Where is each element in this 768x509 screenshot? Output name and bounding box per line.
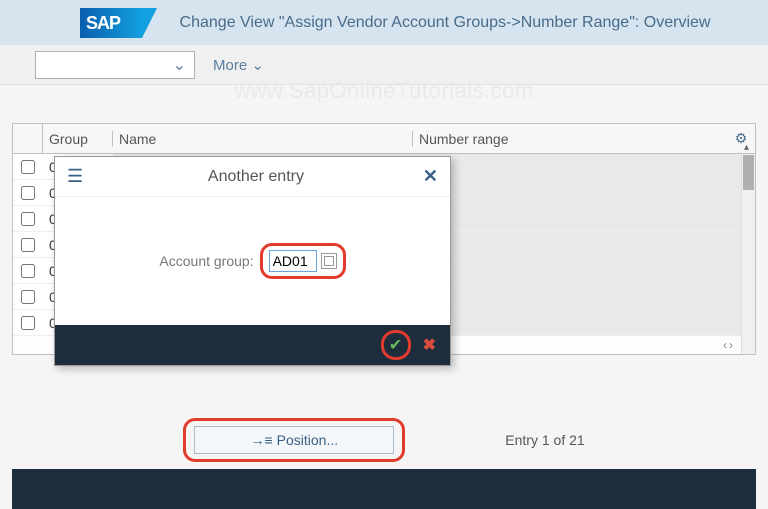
entry-counter: Entry 1 of 21 — [505, 432, 584, 448]
col-name[interactable]: Name — [113, 131, 413, 147]
scroll-right-icon[interactable]: › — [729, 338, 733, 352]
logo-text: SAP — [80, 13, 120, 33]
row-checkbox[interactable] — [21, 160, 35, 174]
row-checkbox[interactable] — [21, 186, 35, 200]
cancel-icon[interactable]: ✖ — [423, 335, 436, 355]
highlight-ring: →≡ Position... — [183, 418, 405, 462]
another-entry-dialog: ☰ Another entry ✕ Account group: ✔ ✖ — [54, 156, 451, 366]
dialog-body: Account group: — [55, 197, 450, 325]
dialog-footer: ✔ ✖ — [55, 325, 450, 365]
page-title: Change View "Assign Vendor Account Group… — [142, 14, 758, 32]
row-checkbox[interactable] — [21, 316, 35, 330]
scroll-left-icon[interactable]: ‹ — [723, 338, 727, 352]
position-icon: →≡ — [250, 432, 272, 448]
sap-logo: SAP — [80, 8, 142, 38]
row-checkbox[interactable] — [21, 290, 35, 304]
position-label: Position... — [277, 432, 338, 448]
dialog-header: ☰ Another entry ✕ — [55, 157, 450, 197]
col-select — [13, 124, 43, 153]
highlight-ring: ✔ — [381, 330, 411, 360]
position-button[interactable]: →≡ Position... — [194, 426, 394, 454]
app-header: SAP Change View "Assign Vendor Account G… — [0, 0, 768, 45]
view-select[interactable]: ⌄ — [35, 51, 195, 79]
close-icon[interactable]: ✕ — [423, 166, 438, 187]
menu-icon[interactable]: ☰ — [67, 166, 89, 187]
more-button[interactable]: More ⌄ — [213, 56, 264, 74]
account-group-input[interactable] — [269, 250, 317, 272]
row-checkbox[interactable] — [21, 264, 35, 278]
value-help-icon[interactable] — [321, 253, 337, 269]
account-group-label: Account group: — [159, 253, 253, 269]
row-checkbox[interactable] — [21, 238, 35, 252]
status-bar — [12, 469, 756, 509]
dialog-title: Another entry — [89, 168, 423, 186]
gear-icon[interactable]: ⚙ — [727, 130, 755, 147]
chevron-down-icon: ⌄ — [173, 55, 186, 75]
chevron-down-icon: ⌄ — [251, 57, 264, 74]
more-label: More — [213, 57, 247, 74]
footer-area: →≡ Position... Entry 1 of 21 — [0, 418, 768, 462]
highlight-ring — [260, 243, 346, 279]
table-header: Group Name Number range ⚙ — [13, 124, 755, 154]
vertical-scrollbar[interactable]: ▴ — [741, 154, 755, 354]
accept-icon[interactable]: ✔ — [389, 335, 402, 355]
col-group[interactable]: Group — [43, 131, 113, 147]
toolbar: ⌄ More ⌄ — [0, 45, 768, 85]
scroll-thumb[interactable] — [743, 155, 754, 190]
col-number-range[interactable]: Number range — [413, 131, 727, 147]
scroll-up-icon[interactable]: ▴ — [744, 142, 749, 153]
row-checkbox[interactable] — [21, 212, 35, 226]
